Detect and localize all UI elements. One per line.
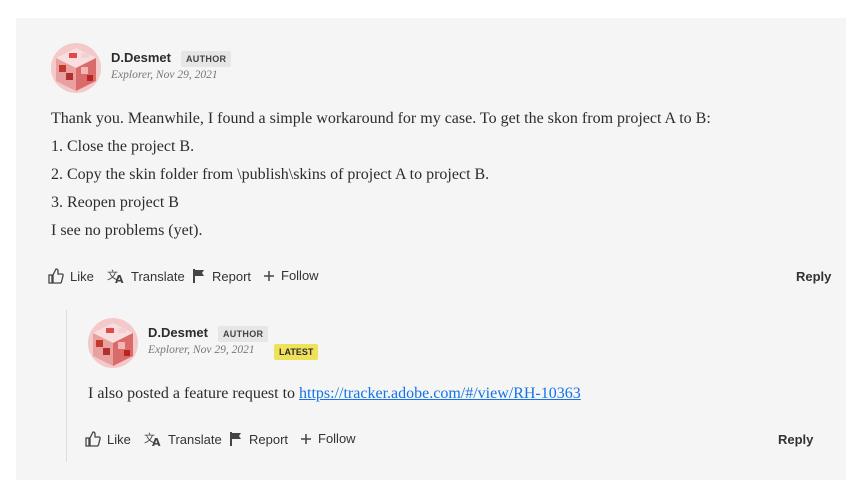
checker-avatar-icon (88, 318, 138, 368)
report-button[interactable]: Report (229, 431, 288, 447)
translate-label: Translate (168, 431, 222, 447)
post-body-line: 1. Close the project B. (51, 138, 195, 155)
reply-text: I also posted a feature request to (88, 385, 300, 402)
like-button[interactable]: Like (85, 431, 131, 447)
plus-icon (301, 433, 311, 444)
avatar[interactable] (51, 43, 101, 93)
reply-body: I also posted a feature request to https… (88, 385, 581, 403)
thumbs-up-icon (85, 431, 101, 447)
thumbs-up-icon (48, 268, 64, 284)
comment-panel (16, 18, 846, 480)
follow-label: Follow (281, 268, 319, 283)
author-meta: Explorer, Nov 29, 2021 (148, 344, 255, 356)
latest-badge: LATEST (274, 344, 319, 360)
flag-icon (230, 432, 241, 446)
author-meta: Explorer, Nov 29, 2021 (111, 69, 218, 81)
report-label: Report (249, 431, 289, 447)
like-button[interactable]: Like (48, 268, 94, 284)
post-body-line: 3. Reopen project B (51, 194, 179, 211)
reply-button[interactable]: Reply (778, 432, 813, 447)
translate-button[interactable]: 文A Translate (144, 431, 222, 447)
plus-icon (264, 270, 274, 281)
post-body-line: Thank you. Meanwhile, I found a simple w… (51, 110, 711, 127)
follow-label: Follow (318, 431, 356, 446)
reply-button[interactable]: Reply (796, 269, 831, 284)
like-label: Like (107, 431, 131, 447)
svg-text:A: A (152, 436, 161, 447)
author-badge: AUTHOR (218, 326, 269, 342)
report-label: Report (212, 268, 252, 284)
svg-text:A: A (115, 273, 124, 284)
tracker-link[interactable]: https://tracker.adobe.com/#/view/RH-1036… (299, 385, 581, 402)
translate-label: Translate (131, 268, 185, 284)
like-label: Like (70, 268, 94, 284)
post-body-line: I see no problems (yet). (51, 222, 203, 239)
translate-icon: 文A (107, 268, 124, 284)
translate-button[interactable]: 文A Translate (107, 268, 185, 284)
author-name[interactable]: D.Desmet (111, 50, 171, 65)
post-body-line: 2. Copy the skin folder from \publish\sk… (51, 166, 490, 183)
translate-icon: 文A (144, 431, 161, 447)
follow-button[interactable]: Follow (300, 431, 356, 446)
reply-thread-divider (66, 310, 67, 462)
follow-button[interactable]: Follow (263, 268, 319, 283)
author-badge: AUTHOR (181, 51, 232, 67)
checker-avatar-icon (51, 43, 101, 93)
flag-icon (193, 269, 204, 283)
author-name[interactable]: D.Desmet (148, 325, 208, 340)
report-button[interactable]: Report (192, 268, 251, 284)
avatar[interactable] (88, 318, 138, 368)
